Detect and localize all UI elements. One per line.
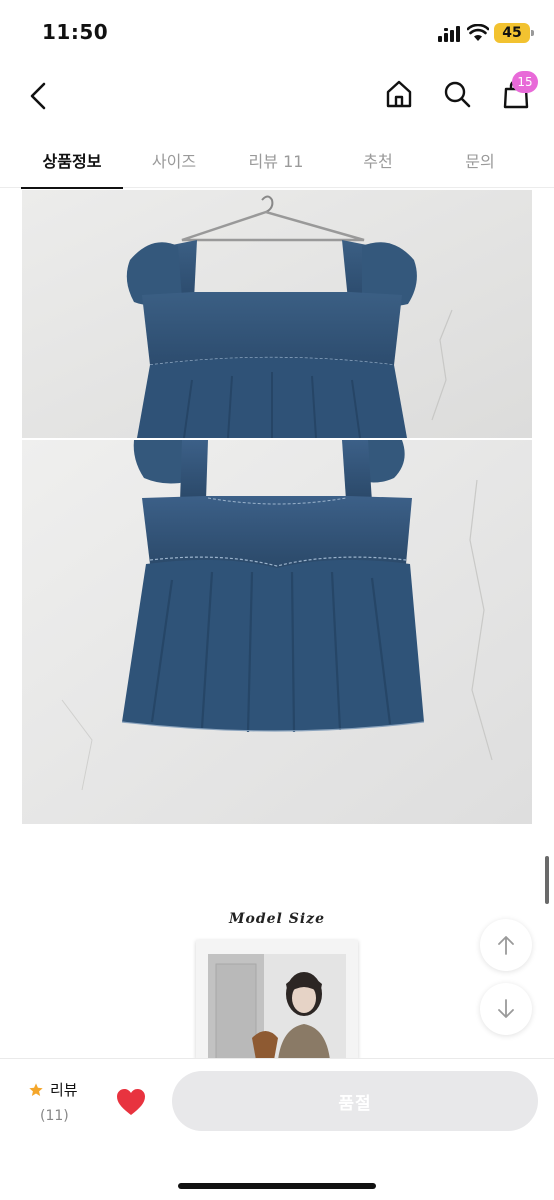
status-time: 11:50 — [42, 20, 109, 44]
wifi-icon — [467, 24, 489, 41]
product-photo-bottom — [22, 440, 532, 824]
status-bar: 11:50 45 — [0, 0, 554, 66]
top-navigation — [0, 66, 554, 126]
model-size-title: Model Size — [228, 911, 325, 927]
wishlist-button[interactable] — [114, 1085, 148, 1119]
product-photo-top — [22, 190, 532, 438]
heart-icon — [117, 1089, 145, 1115]
page-scrollbar[interactable] — [545, 856, 549, 904]
tab-size[interactable]: 사이즈 — [123, 132, 225, 188]
tab-recommend[interactable]: 추천 — [327, 132, 429, 188]
scroll-to-bottom-button[interactable] — [480, 983, 532, 1035]
model-photo — [196, 940, 358, 1060]
tab-inquiry[interactable]: 문의 — [429, 132, 531, 188]
search-icon — [444, 81, 471, 108]
tab-product-info[interactable]: 상품정보 — [21, 132, 123, 189]
tab-reviews[interactable]: 리뷰 11 — [225, 132, 327, 188]
star-icon — [29, 1082, 43, 1096]
arrow-down-icon — [498, 999, 514, 1018]
review-label: 리뷰 — [50, 1081, 78, 1099]
review-summary[interactable]: 리뷰 (11) — [28, 1079, 98, 1124]
cellular-signal-icon — [438, 26, 460, 42]
chevron-left-icon — [30, 82, 46, 110]
back-button[interactable] — [20, 76, 56, 116]
cart-count-badge: 15 — [512, 71, 538, 93]
home-button[interactable] — [380, 74, 418, 114]
arrow-up-icon — [498, 936, 514, 955]
review-count: (11) — [40, 1108, 69, 1124]
home-indicator — [178, 1183, 376, 1189]
sold-out-button[interactable]: 품절 — [172, 1071, 538, 1131]
battery-indicator: 45 — [494, 23, 534, 43]
search-button[interactable] — [438, 74, 476, 114]
battery-level: 45 — [502, 25, 522, 41]
scroll-to-top-button[interactable] — [480, 919, 532, 971]
home-icon — [386, 80, 412, 108]
product-tabs: 상품정보 사이즈 리뷰 11 추천 문의 — [0, 132, 554, 189]
bottom-action-bar: 리뷰 (11) 품절 — [0, 1058, 554, 1200]
